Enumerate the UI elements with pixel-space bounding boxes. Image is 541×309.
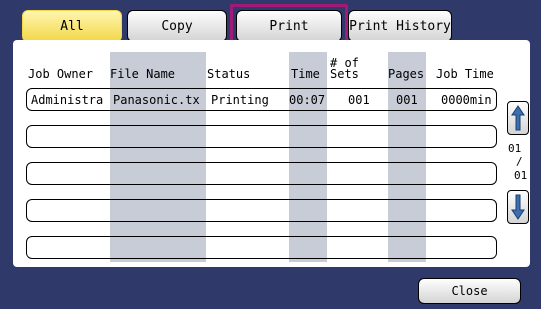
column-header-time: Time <box>291 67 320 81</box>
job-row-empty[interactable] <box>26 162 497 185</box>
file-name-column-stripe <box>110 52 206 262</box>
status-cell: Printing <box>211 93 269 107</box>
column-header-job-time: Job Time <box>436 67 494 81</box>
page-separator: / <box>516 155 523 168</box>
print-job-status-screen: All Copy Print Print History Job Owner F… <box>0 0 541 309</box>
sets-cell: 001 <box>348 93 370 107</box>
job-time-cell: 0000min <box>441 93 492 107</box>
file-name-cell: Panasonic.tx <box>113 93 200 107</box>
column-header-job-owner: Job Owner <box>28 67 94 81</box>
column-header-status: Status <box>207 67 251 81</box>
pages-column-stripe <box>388 52 426 262</box>
scroll-down-button[interactable] <box>507 190 529 224</box>
page-current: 01 <box>508 142 522 155</box>
job-row-empty[interactable] <box>26 236 497 259</box>
job-row-empty[interactable] <box>26 125 497 148</box>
close-button[interactable]: Close <box>418 278 521 304</box>
tab-copy[interactable]: Copy <box>127 10 227 42</box>
time-column-stripe <box>289 52 327 262</box>
time-cell: 00:07 <box>289 93 326 107</box>
up-arrow-icon <box>511 105 525 131</box>
column-header-file-name: File Name <box>110 67 176 81</box>
scroll-up-button[interactable] <box>507 101 529 135</box>
job-row-empty[interactable] <box>26 199 497 222</box>
job-owner-cell: Administra <box>31 93 104 107</box>
pages-cell: 001 <box>396 93 418 107</box>
tab-all[interactable]: All <box>22 10 122 42</box>
down-arrow-icon <box>511 194 525 220</box>
column-header-sets-line2: Sets <box>330 67 359 81</box>
tab-print-history[interactable]: Print History <box>348 10 452 42</box>
column-header-pages: Pages <box>388 67 425 81</box>
page-total: 01 <box>514 169 528 182</box>
